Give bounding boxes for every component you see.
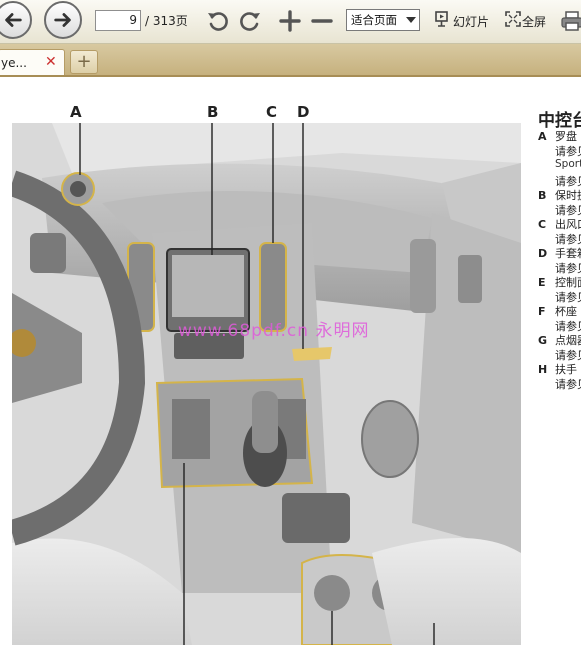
page-total: / 313页	[145, 14, 188, 28]
legend-letter: F	[538, 305, 546, 318]
legend-item-e: E 控制面	[538, 274, 581, 290]
callout-b: B	[207, 103, 219, 121]
legend-ref: Sport	[555, 158, 581, 170]
legend-letter: H	[538, 363, 548, 376]
plus-icon: +	[76, 51, 92, 72]
legend-label: 扶手	[555, 363, 577, 376]
legend-letter: A	[538, 130, 547, 143]
fullscreen-icon[interactable]	[505, 11, 521, 27]
watermark-text: www.68pdf.cn 永明网	[178, 321, 370, 341]
tab-bar: ye... ✕ +	[0, 44, 581, 77]
rotate-right-icon[interactable]	[238, 9, 262, 33]
forward-arrow-icon	[54, 13, 71, 27]
back-button[interactable]	[0, 1, 32, 39]
zoom-in-icon[interactable]	[278, 9, 302, 33]
document-page: A B C D www.68pdf.cn 永明网 中控台 A 罗盘 请参 Spo…	[0, 79, 581, 645]
interior-illustration	[12, 123, 521, 645]
forward-button[interactable]	[44, 1, 82, 39]
callout-c: C	[266, 103, 278, 121]
page-number-input[interactable]: 9	[95, 10, 141, 31]
legend-item-h: H 扶手	[538, 361, 577, 377]
print-icon[interactable]	[561, 9, 581, 33]
legend-label: 手套箱	[555, 247, 581, 260]
close-icon[interactable]: ✕	[45, 54, 57, 70]
callout-a: A	[70, 103, 82, 121]
zoom-out-icon[interactable]	[310, 9, 334, 33]
legend-ref: 请参见	[555, 145, 581, 158]
legend-letter: C	[538, 218, 547, 231]
callout-d: D	[297, 103, 310, 121]
legend-item-d: D 手套箱	[538, 245, 581, 261]
legend-letter: B	[538, 189, 547, 202]
legend-label: 罗盘	[555, 130, 577, 143]
legend-label: 保时捷	[555, 189, 581, 202]
legend-item-f: F 杯座	[538, 303, 577, 319]
rotate-left-icon[interactable]	[206, 9, 230, 33]
legend-letter: E	[538, 276, 546, 289]
legend-item-b: B 保时捷	[538, 187, 581, 203]
zoom-select[interactable]: 适合页面	[346, 9, 420, 31]
fullscreen-button[interactable]: 全屏	[522, 13, 546, 30]
chevron-down-icon	[406, 17, 416, 23]
slideshow-icon[interactable]	[435, 11, 451, 27]
legend-letter: G	[538, 334, 548, 347]
legend-ref: 请参见	[555, 378, 581, 391]
legend-label: 点烟器	[555, 334, 581, 347]
back-arrow-icon	[5, 13, 22, 27]
legend-label: 控制面	[555, 276, 581, 289]
tab-label: ye...	[1, 56, 27, 70]
legend-letter: D	[538, 247, 548, 260]
legend-item-a: A 罗盘	[538, 128, 577, 144]
tab-document[interactable]: ye... ✕	[0, 49, 65, 75]
toolbar: 9 / 313页 适合页面 幻灯片 全屏	[0, 0, 581, 44]
slideshow-button[interactable]: 幻灯片	[453, 13, 489, 30]
new-tab-button[interactable]: +	[70, 50, 98, 74]
legend-item-g: G 点烟器	[538, 332, 581, 348]
legend-label: 出风口	[555, 218, 581, 231]
legend-label: 杯座	[555, 305, 577, 318]
zoom-select-value: 适合页面	[351, 13, 397, 27]
legend-item-c: C 出风口	[538, 216, 581, 232]
